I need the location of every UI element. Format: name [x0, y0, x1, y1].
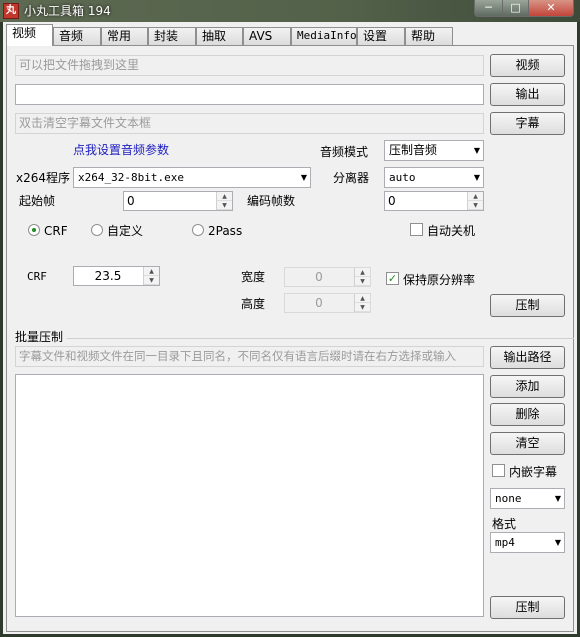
chevron-down-icon: ▼ — [554, 494, 561, 503]
spin-arrows[interactable]: ▲ ▼ — [354, 294, 370, 312]
arrow-up-icon[interactable]: ▲ — [355, 268, 370, 277]
video-button[interactable]: 视频 — [490, 54, 565, 77]
twopass-radio[interactable] — [192, 224, 204, 236]
demuxer-label: 分离器 — [333, 171, 370, 185]
output-button[interactable]: 输出 — [490, 83, 565, 106]
delete-button[interactable]: 删除 — [490, 403, 565, 426]
height-label: 高度 — [241, 297, 266, 311]
arrow-up-icon[interactable]: ▲ — [144, 267, 159, 276]
encode-frames-label: 编码帧数 — [247, 194, 296, 208]
window-title: 小丸工具箱 194 — [24, 4, 111, 18]
width-value: 0 — [315, 270, 323, 284]
arrow-down-icon[interactable]: ▼ — [468, 201, 483, 210]
arrow-down-icon[interactable]: ▼ — [355, 277, 370, 286]
twopass-radio-label[interactable]: 2Pass — [208, 224, 242, 238]
width-label: 宽度 — [241, 270, 266, 284]
crf-radio[interactable] — [28, 224, 40, 236]
custom-radio-label[interactable]: 自定义 — [107, 224, 143, 238]
subtitle-lang-select[interactable]: none ▼ — [490, 488, 565, 509]
tab-mediainfo[interactable]: MediaInfo — [291, 27, 357, 45]
format-select[interactable]: mp4 ▼ — [490, 532, 565, 553]
minimize-button[interactable]: ─ — [474, 0, 503, 17]
tab-avs[interactable]: AVS — [243, 27, 291, 45]
batch-group-label: 批量压制 — [15, 330, 68, 344]
keep-resolution-checkbox[interactable]: ✓ — [386, 272, 399, 285]
arrow-up-icon[interactable]: ▲ — [355, 294, 370, 303]
crf-label: CRF — [27, 270, 47, 283]
spin-arrows[interactable]: ▲ ▼ — [354, 268, 370, 286]
video-file-input[interactable]: 可以把文件拖拽到这里 — [15, 55, 484, 76]
embed-subtitle-label[interactable]: 内嵌字幕 — [509, 465, 557, 479]
spin-arrows[interactable]: ▲ ▼ — [143, 267, 159, 285]
batch-encode-button[interactable]: 压制 — [490, 596, 565, 619]
tab-common[interactable]: 常用 — [101, 27, 148, 45]
crf-stepper[interactable]: 23.5 ▲ ▼ — [73, 266, 160, 286]
spin-arrows[interactable]: ▲ ▼ — [216, 192, 232, 210]
arrow-down-icon[interactable]: ▼ — [144, 276, 159, 285]
x264-value: x264_32-8bit.exe — [78, 171, 184, 184]
x264-label: x264程序 — [16, 171, 71, 185]
tab-audio[interactable]: 音频 — [53, 27, 101, 45]
encode-button[interactable]: 压制 — [490, 294, 565, 317]
height-stepper[interactable]: 0 ▲ ▼ — [284, 293, 371, 313]
x264-select[interactable]: x264_32-8bit.exe ▼ — [73, 167, 311, 188]
subtitle-button[interactable]: 字幕 — [490, 112, 565, 135]
subtitle-lang-value: none — [495, 492, 522, 505]
tab-settings[interactable]: 设置 — [357, 27, 405, 45]
clear-button[interactable]: 清空 — [490, 432, 565, 455]
start-frame-stepper[interactable]: 0 ▲ ▼ — [123, 191, 233, 211]
arrow-up-icon[interactable]: ▲ — [217, 192, 232, 201]
maximize-button[interactable]: □ — [502, 0, 529, 17]
crf-value: 23.5 — [94, 269, 122, 283]
arrow-up-icon[interactable]: ▲ — [468, 192, 483, 201]
audio-params-link[interactable]: 点我设置音频参数 — [73, 143, 169, 157]
chevron-down-icon: ▼ — [554, 538, 561, 547]
arrow-down-icon[interactable]: ▼ — [355, 303, 370, 312]
demuxer-select[interactable]: auto ▼ — [384, 167, 484, 188]
height-value: 0 — [315, 296, 323, 310]
batch-file-list[interactable] — [15, 374, 484, 617]
audio-mode-select[interactable]: 压制音频 ▼ — [384, 140, 484, 161]
batch-hint-input[interactable]: 字幕文件和视频文件在同一目录下且同名，不同名仅有语言后缀时请在右方选择或输入 — [15, 346, 484, 367]
tab-extract[interactable]: 抽取 — [196, 27, 243, 45]
arrow-down-icon[interactable]: ▼ — [217, 201, 232, 210]
width-stepper[interactable]: 0 ▲ ▼ — [284, 267, 371, 287]
app-icon: 丸 — [3, 3, 19, 19]
chevron-down-icon: ▼ — [473, 173, 480, 182]
auto-shutdown-checkbox[interactable] — [410, 223, 423, 236]
encode-frames-stepper[interactable]: 0 ▲ ▼ — [384, 191, 484, 211]
close-button[interactable]: ✕ — [528, 0, 574, 17]
audio-mode-label: 音频模式 — [320, 145, 369, 159]
tab-video[interactable]: 视频 — [6, 24, 53, 46]
demuxer-value: auto — [389, 171, 416, 184]
format-label: 格式 — [492, 517, 517, 531]
group-divider — [40, 338, 574, 339]
tab-help[interactable]: 帮助 — [405, 27, 453, 45]
format-value: mp4 — [495, 536, 515, 549]
spin-arrows[interactable]: ▲ ▼ — [467, 192, 483, 210]
subtitle-file-input[interactable]: 双击清空字幕文件文本框 — [15, 113, 484, 134]
keep-resolution-label[interactable]: 保持原分辨率 — [403, 273, 475, 287]
output-file-input[interactable] — [15, 84, 484, 105]
encode-frames-value: 0 — [388, 194, 396, 208]
auto-shutdown-label[interactable]: 自动关机 — [427, 224, 475, 238]
output-path-button[interactable]: 输出路径 — [490, 346, 565, 369]
chevron-down-icon: ▼ — [300, 173, 307, 182]
crf-radio-label[interactable]: CRF — [44, 224, 68, 238]
embed-subtitle-checkbox[interactable] — [492, 464, 505, 477]
start-frame-value: 0 — [127, 194, 135, 208]
audio-mode-value: 压制音频 — [389, 143, 438, 157]
tab-mux[interactable]: 封装 — [148, 27, 196, 45]
add-button[interactable]: 添加 — [490, 375, 565, 398]
start-frame-label: 起始帧 — [19, 194, 56, 208]
chevron-down-icon: ▼ — [473, 146, 480, 155]
custom-radio[interactable] — [91, 224, 103, 236]
